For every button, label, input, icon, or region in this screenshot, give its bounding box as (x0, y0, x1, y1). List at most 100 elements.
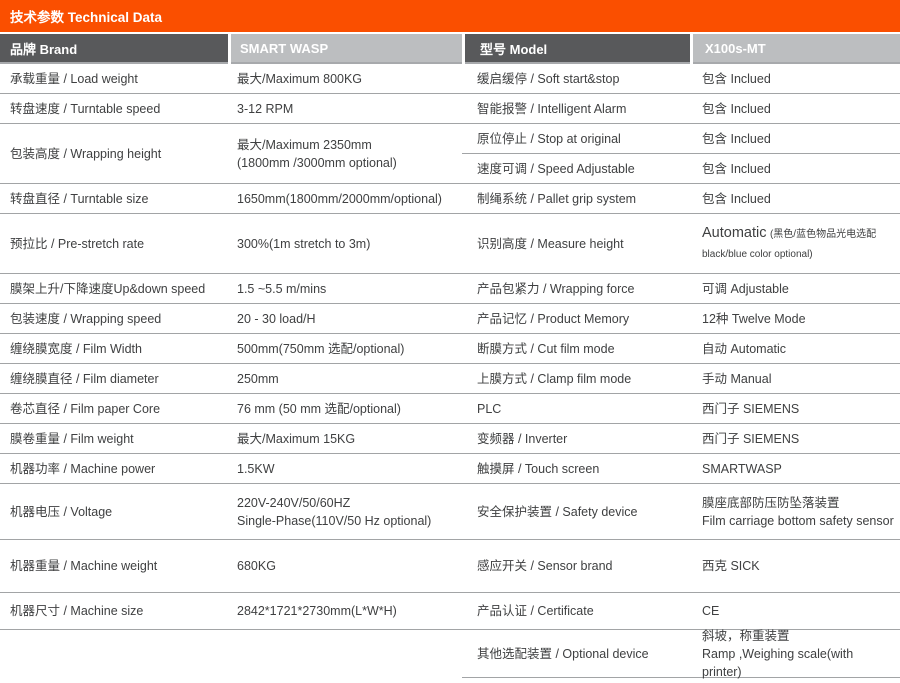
row-value-line: 斜坡，称重装置 (702, 627, 896, 645)
table-row: 转盘速度 / Turntable speed 3-12 RPM (0, 94, 462, 124)
row-value: 3-12 RPM (228, 100, 462, 118)
table-row: 膜架上升/下降速度Up&down speed1.5 ~5.5 m/mins (0, 274, 462, 304)
table-row: 感应开关 / Sensor brand 西克 SICK (462, 540, 900, 593)
row-value-line: 250mm (237, 370, 458, 388)
row-value: 20 - 30 load/H (228, 310, 462, 328)
table-row: 包装速度 / Wrapping speed 20 - 30 load/H (0, 304, 462, 334)
table-row: 速度可调 / Speed Adjustable 包含 Inclued (462, 154, 900, 184)
row-label: PLC (462, 400, 690, 418)
row-value: 包含 Inclued (690, 190, 900, 208)
table-row: PLC 西门子 SIEMENS (462, 394, 900, 424)
row-value: 250mm (228, 370, 462, 388)
table-row: 卷芯直径 / Film paper Core76 mm (50 mm 选配/op… (0, 394, 462, 424)
row-value-line: Film carriage bottom safety sensor (702, 512, 896, 530)
row-value: 包含 Inclued (690, 160, 900, 178)
row-label: 包装高度 / Wrapping height (0, 145, 228, 163)
row-value-line: (1800mm /3000mm optional) (237, 154, 458, 172)
spec-table-right: 缓启缓停 / Soft start&stop包含 Inclued智能报警 / I… (462, 64, 900, 678)
row-label: 速度可调 / Speed Adjustable (462, 160, 690, 178)
row-value-line: 西克 SICK (702, 557, 896, 575)
row-value: 76 mm (50 mm 选配/optional) (228, 400, 462, 418)
row-label: 缠绕膜直径 / Film diameter (0, 370, 228, 388)
table-row: 变频器 / Inverter 西门子 SIEMENS (462, 424, 900, 454)
table-header-row: 品牌 Brand SMART WASP 型号 Model X100s-MT (0, 34, 900, 64)
table-row: 断膜方式 / Cut film mode自动 Automatic (462, 334, 900, 364)
table-row: 安全保护装置 / Safety device膜座底部防压防坠落装置Film ca… (462, 484, 900, 540)
row-value-line: 2842*1721*2730mm(L*W*H) (237, 602, 458, 620)
row-value-line: 最大/Maximum 2350mm (237, 136, 458, 154)
row-value: 最大/Maximum 2350mm(1800mm /3000mm optiona… (228, 136, 462, 172)
row-label: 触摸屏 / Touch screen (462, 460, 690, 478)
row-value-line: 最大/Maximum 15KG (237, 430, 458, 448)
row-value-line: 西门子 SIEMENS (702, 400, 896, 418)
row-label: 预拉比 / Pre-stretch rate (0, 235, 228, 253)
table-row: 制绳系统 / Pallet grip system 包含 Inclued (462, 184, 900, 214)
table-row: 膜卷重量 / Film weight最大/Maximum 15KG (0, 424, 462, 454)
table-row: 缠绕膜宽度 / Film Width 500mm(750mm 选配/optiona… (0, 334, 462, 364)
row-label: 缠绕膜宽度 / Film Width (0, 340, 228, 358)
row-value: 膜座底部防压防坠落装置Film carriage bottom safety s… (690, 494, 900, 530)
row-label: 其他选配装置 / Optional device (462, 645, 690, 663)
row-value: CE (690, 602, 900, 620)
table-row: 机器功率 / Machine power1.5KW (0, 454, 462, 484)
row-label: 机器功率 / Machine power (0, 460, 228, 478)
row-value-line: 12种 Twelve Mode (702, 310, 896, 328)
row-value: 2842*1721*2730mm(L*W*H) (228, 602, 462, 620)
row-value: 1.5KW (228, 460, 462, 478)
row-value-line: Ramp ,Weighing scale(with printer) (702, 645, 896, 681)
row-value: 西克 SICK (690, 557, 900, 575)
row-value: 最大/Maximum 15KG (228, 430, 462, 448)
table-row: 上膜方式 / Clamp film mode手动 Manual (462, 364, 900, 394)
table-row: 产品记忆 / Product Memory 12种 Twelve Mode (462, 304, 900, 334)
row-value-line: 3-12 RPM (237, 100, 458, 118)
row-value-line: 包含 Inclued (702, 190, 896, 208)
row-label: 感应开关 / Sensor brand (462, 557, 690, 575)
row-value-line: 包含 Inclued (702, 160, 896, 178)
row-value: 300%(1m stretch to 3m) (228, 235, 462, 253)
row-value-line: 76 mm (50 mm 选配/optional) (237, 400, 458, 418)
table-row: 识别高度 / Measure heightAutomatic (黑色/蓝色物品光… (462, 214, 900, 274)
row-value-line: 西门子 SIEMENS (702, 430, 896, 448)
row-value-line: 220V-240V/50/60HZ (237, 494, 458, 512)
table-row: 其他选配装置 / Optional device斜坡，称重装置Ramp ,Wei… (462, 630, 900, 678)
table-row: 包装高度 / Wrapping height最大/Maximum 2350mm(… (0, 124, 462, 184)
table-row: 机器重量 / Machine weight680KG (0, 540, 462, 593)
table-row: 机器尺寸 / Machine size2842*1721*2730mm(L*W*… (0, 593, 462, 630)
row-value-line: 500mm(750mm 选配/optional) (237, 340, 458, 358)
row-label: 转盘直径 / Turntable size (0, 190, 228, 208)
row-value-line: 自动 Automatic (702, 340, 896, 358)
row-value-line: 20 - 30 load/H (237, 310, 458, 328)
row-value-main: Automatic (702, 225, 766, 241)
row-value: 斜坡，称重装置Ramp ,Weighing scale(with printer… (690, 627, 900, 681)
row-value-line: 可调 Adjustable (702, 280, 896, 298)
row-value: 西门子 SIEMENS (690, 430, 900, 448)
row-value: 220V-240V/50/60HZSingle-Phase(110V/50 Hz… (228, 494, 462, 530)
row-label: 包装速度 / Wrapping speed (0, 310, 228, 328)
table-row: 预拉比 / Pre-stretch rate 300%(1m stretch to… (0, 214, 462, 274)
row-value-line: 300%(1m stretch to 3m) (237, 235, 458, 253)
table-row: 产品包紧力 / Wrapping force可调 Adjustable (462, 274, 900, 304)
row-label: 变频器 / Inverter (462, 430, 690, 448)
technical-data-page: 技术参数 Technical Data 品牌 Brand SMART WASP … (0, 0, 900, 683)
row-value-line: SMARTWASP (702, 460, 896, 478)
row-value: 12种 Twelve Mode (690, 310, 900, 328)
row-value-line: 膜座底部防压防坠落装置 (702, 494, 896, 512)
row-label: 机器电压 / Voltage (0, 503, 228, 521)
row-label: 制绳系统 / Pallet grip system (462, 190, 690, 208)
row-value-line: 包含 Inclued (702, 100, 896, 118)
row-value-line: 包含 Inclued (702, 130, 896, 148)
table-row: 触摸屏 / Touch screen SMARTWASP (462, 454, 900, 484)
row-value-line: 1.5 ~5.5 m/mins (237, 280, 458, 298)
row-value: Automatic (黑色/蓝色物品光电选配black/blue color o… (690, 224, 900, 264)
row-value: 1650mm(1800mm/2000mm/optional) (228, 190, 462, 208)
table-row: 机器电压 / Voltage220V-240V/50/60HZSingle-Ph… (0, 484, 462, 540)
row-label: 产品记忆 / Product Memory (462, 310, 690, 328)
row-label: 产品认证 / Certificate (462, 602, 690, 620)
row-value-line: 手动 Manual (702, 370, 896, 388)
row-label: 安全保护装置 / Safety device (462, 503, 690, 521)
header-brand-value: SMART WASP (231, 34, 462, 64)
row-value: 最大/Maximum 800KG (228, 70, 462, 88)
row-value: 包含 Inclued (690, 100, 900, 118)
row-value: 500mm(750mm 选配/optional) (228, 340, 462, 358)
row-label: 转盘速度 / Turntable speed (0, 100, 228, 118)
